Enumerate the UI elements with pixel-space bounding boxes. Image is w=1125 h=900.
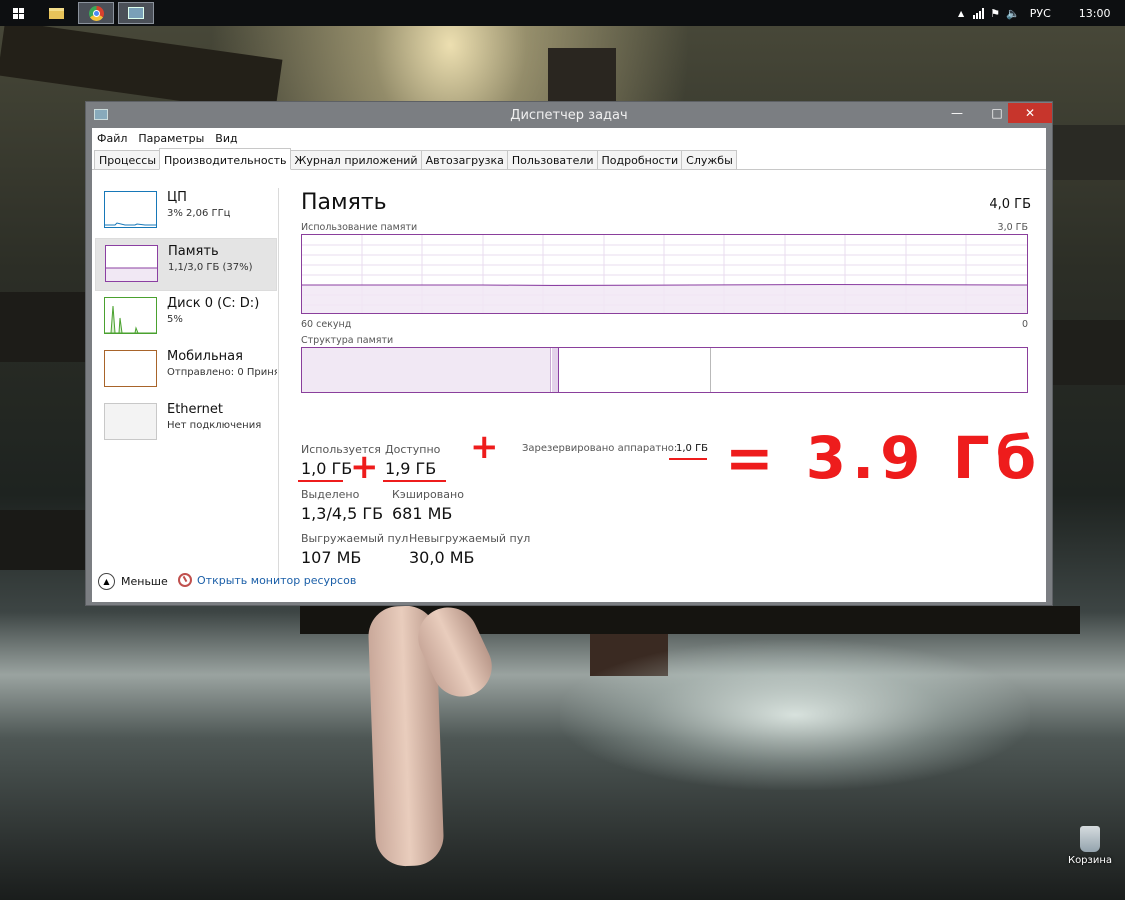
menu-bar: Файл Параметры Вид [92,128,1046,148]
sidebar-item-memory[interactable]: Память 1,1/3,0 ГБ (37%) [95,238,277,291]
available-value: 1,9 ГБ [385,459,437,478]
tab-processes[interactable]: Процессы [94,150,161,169]
nonpaged-pool-value: 30,0 МБ [409,548,475,567]
sidebar-item-sub: 3% 2,06 ГГц [167,208,231,219]
annotation-total: = 3.9 Гб [725,424,1043,492]
annotation-underline-available [383,480,446,482]
structure-in-use [302,348,551,392]
taskbar-chrome-button[interactable] [78,2,114,24]
minimize-button[interactable]: — [944,103,970,123]
sidebar-item-label: Ethernet [167,402,223,417]
task-manager-icon [128,7,144,19]
folder-icon [48,7,64,19]
sidebar-item-sub: Нет подключения [167,420,262,431]
system-tray: ▲ ⚑ 🔈 РУС 13:00 [958,0,1110,26]
menu-options[interactable]: Параметры [138,132,204,145]
sidebar-item-ethernet[interactable]: Ethernet Нет подключения [95,397,277,450]
committed-label: Выделено [301,488,360,501]
structure-modified [552,348,559,392]
tab-startup[interactable]: Автозагрузка [420,150,508,169]
tab-app-history[interactable]: Журнал приложений [289,150,422,169]
disk-thumbnail-graph [104,297,157,334]
tab-services[interactable]: Службы [681,150,737,169]
reserved-label: Зарезервировано аппаратно: [522,443,678,454]
reserved-value: 1,0 ГБ [676,443,709,454]
window-title: Диспетчер задач [510,108,628,123]
window-client-area: Файл Параметры Вид Процессы Производител… [92,128,1046,602]
usage-graph-max: 3,0 ГБ [997,222,1028,233]
paged-pool-label: Выгружаемый пул [301,532,409,545]
footer-bar: ▲ Меньше Открыть монитор ресурсов [92,568,1046,598]
chevron-up-icon: ▲ [98,573,115,590]
tab-strip: Процессы Производительность Журнал прило… [92,148,1046,170]
graph-axis-right: 0 [1021,319,1028,330]
committed-value: 1,3/4,5 ГБ [301,504,384,523]
network-signal-icon[interactable] [973,7,985,19]
panel-title: Память [301,190,387,215]
sidebar-item-sub: 1,1/3,0 ГБ (37%) [168,262,253,273]
paged-pool-value: 107 МБ [301,548,362,567]
memory-usage-graph [301,234,1028,314]
chrome-icon [88,5,104,21]
cached-value: 681 МБ [392,504,453,523]
mobile-thumbnail-graph [104,350,157,387]
start-button[interactable] [0,2,36,24]
menu-file[interactable]: Файл [97,132,127,145]
fewer-details-button[interactable]: ▲ Меньше [98,573,168,590]
structure-label: Структура памяти [301,335,394,346]
cached-label: Кэшировано [392,488,464,501]
annotation-underline-in-use [298,480,343,482]
task-manager-window: Диспетчер задач — □ ✕ Файл Параметры Вид… [85,101,1053,606]
menu-view[interactable]: Вид [215,132,237,145]
resource-monitor-icon [178,573,192,587]
tab-performance[interactable]: Производительность [159,148,291,170]
usage-graph-label: Использование памяти [301,222,418,233]
graph-axis-left: 60 секунд [301,319,352,330]
tab-users[interactable]: Пользователи [506,150,598,169]
nonpaged-pool-label: Невыгружаемый пул [409,532,531,545]
taskbar-explorer-button[interactable] [38,2,74,24]
sidebar-item-disk[interactable]: Диск 0 (C: D:) 5% [95,291,277,344]
sidebar-item-sub: Отправлено: 0 Принят [167,367,277,378]
recycle-bin-shortcut[interactable]: Корзина [1062,826,1118,866]
sidebar-item-label: Диск 0 (C: D:) [167,296,260,311]
sidebar-item-mobile[interactable]: Мобильная Отправлено: 0 Принят [95,344,277,397]
volume-icon[interactable]: 🔈 [1006,7,1020,20]
tab-details[interactable]: Подробности [596,150,683,169]
sidebar-item-cpu[interactable]: ЦП 3% 2,06 ГГц [95,185,277,238]
sidebar-item-sub: 5% [167,314,183,325]
sidebar-item-label: ЦП [167,190,187,205]
action-center-flag-icon[interactable]: ⚑ [990,7,1000,20]
fewer-details-label: Меньше [121,575,168,588]
ethernet-thumbnail-graph [104,403,157,440]
resource-sidebar: ЦП 3% 2,06 ГГц Память 1,1/3,0 ГБ (37%) Д… [95,185,277,450]
total-memory: 4,0 ГБ [989,197,1031,212]
recycle-bin-icon [1080,826,1100,852]
in-use-value: 1,0 ГБ [301,459,353,478]
memory-structure-bar [301,347,1028,393]
open-resource-monitor-link[interactable]: Открыть монитор ресурсов [178,573,356,587]
cpu-thumbnail-graph [104,191,157,228]
tray-chevron-icon[interactable]: ▲ [958,9,964,18]
sidebar-item-label: Память [168,244,219,259]
language-indicator[interactable]: РУС [1030,7,1051,20]
memory-thumbnail-graph [105,245,158,282]
structure-free [712,348,1027,392]
recycle-bin-label: Корзина [1067,855,1113,866]
available-label: Доступно [385,443,441,456]
taskbar: ▲ ⚑ 🔈 РУС 13:00 [0,0,1125,26]
taskbar-task-manager-button[interactable] [118,2,154,24]
clock[interactable]: 13:00 [1079,7,1111,20]
maximize-button[interactable]: □ [984,103,1010,123]
sidebar-item-label: Мобильная [167,349,243,364]
close-button[interactable]: ✕ [1008,103,1052,123]
annotation-underline-reserved [669,458,707,460]
windows-logo-icon [12,7,24,19]
annotation-plus-2: + [470,427,499,467]
sidebar-divider [278,188,279,578]
structure-standby [560,348,711,392]
resource-monitor-label: Открыть монитор ресурсов [197,573,357,587]
annotation-plus-1: + [350,447,379,487]
title-bar[interactable]: Диспетчер задач — □ ✕ [86,102,1052,128]
